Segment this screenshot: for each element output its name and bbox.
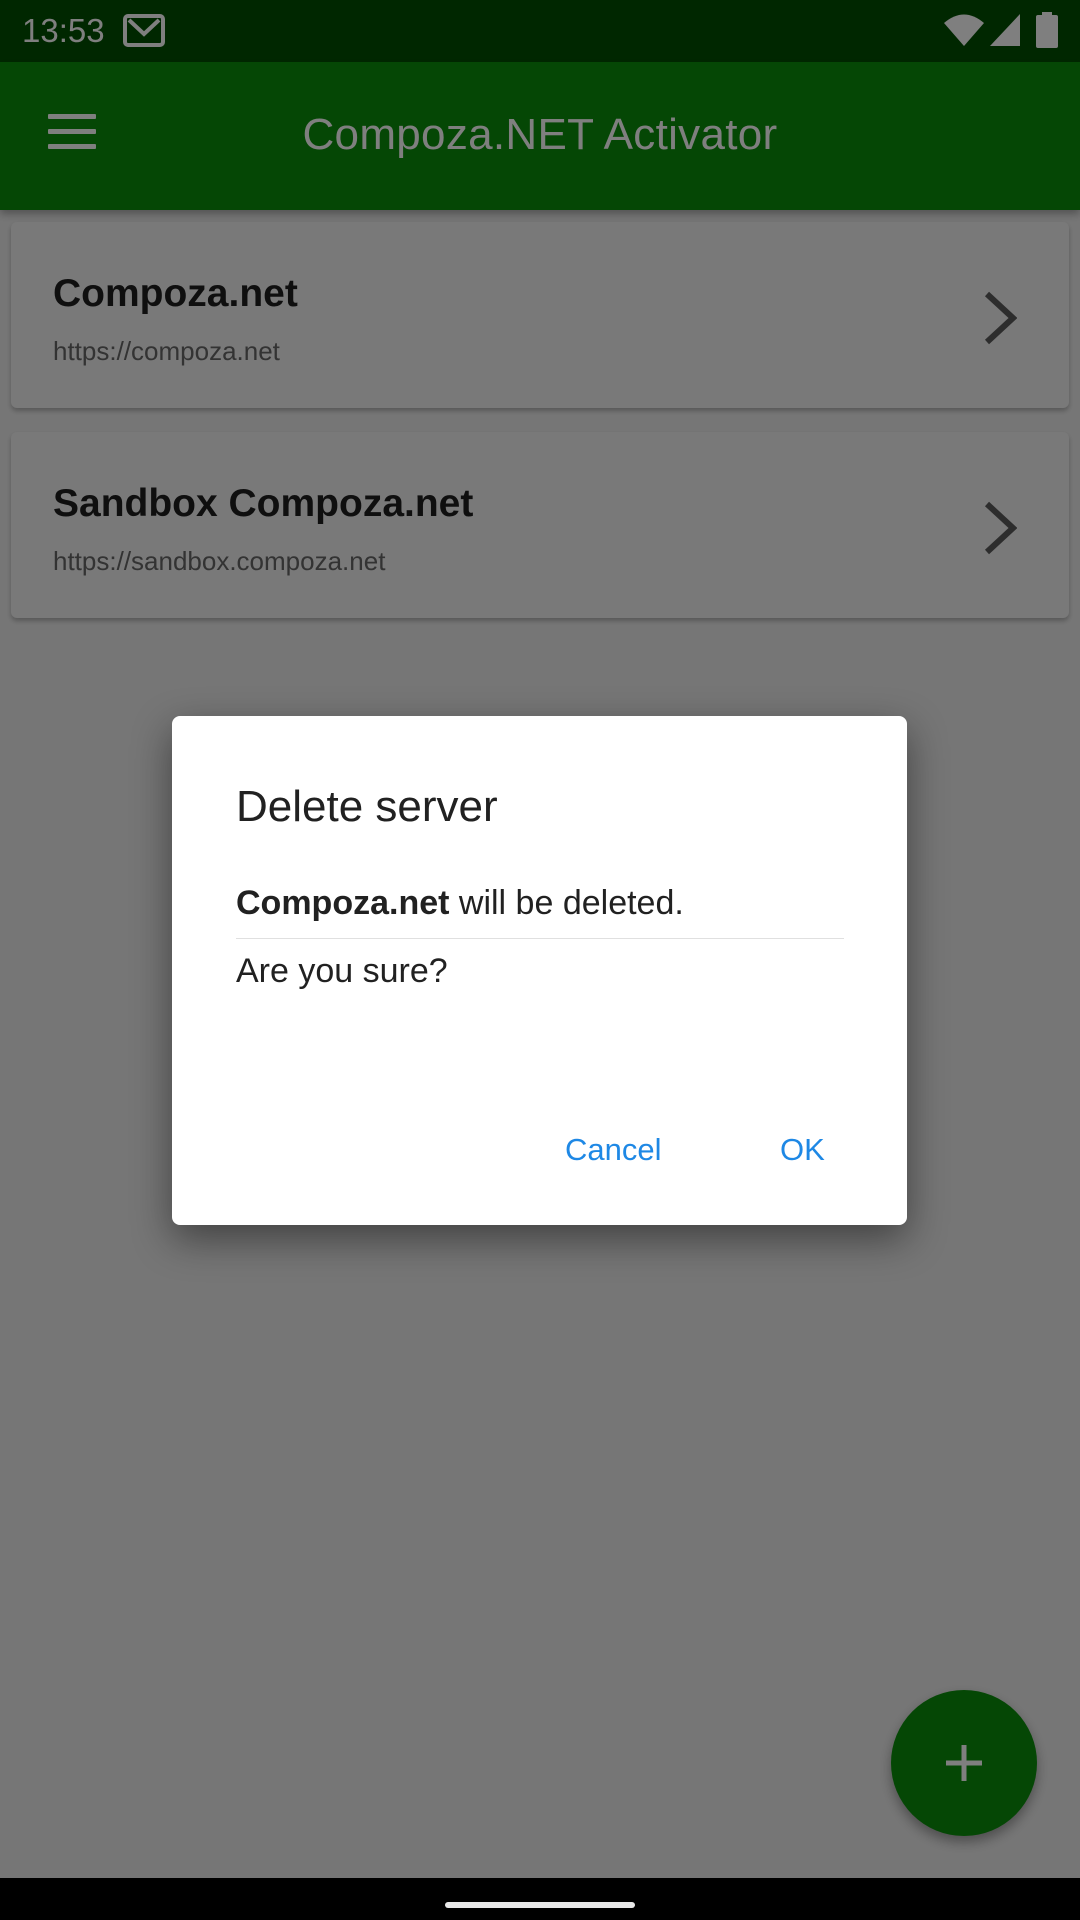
nav-bar	[0, 1878, 1080, 1920]
cancel-button[interactable]: Cancel	[545, 1116, 682, 1184]
dialog-server-name: Compoza.net	[236, 884, 450, 922]
home-handle[interactable]	[445, 1902, 635, 1908]
dialog-title: Delete server	[236, 782, 498, 831]
dialog-question: Are you sure?	[236, 952, 448, 990]
ok-button[interactable]: OK	[760, 1116, 845, 1184]
delete-server-dialog: Delete server Compoza.net will be delete…	[172, 716, 907, 1225]
dialog-divider	[236, 938, 844, 939]
dialog-message-text: will be deleted.	[449, 884, 684, 922]
screen: 13:53 Compoza.NET Activator Compoza.net …	[0, 0, 1080, 1920]
dialog-message: Compoza.net will be deleted.	[236, 884, 684, 923]
